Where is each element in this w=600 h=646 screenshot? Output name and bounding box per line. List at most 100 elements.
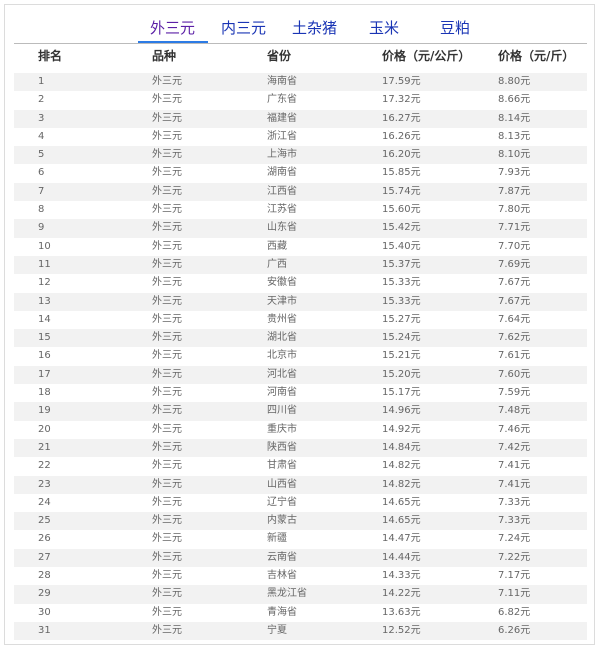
cell-rank: 3 (38, 112, 45, 124)
table-row: 31 外三元 宁夏 12.52元 6.26元 (14, 621, 587, 641)
cell-variety: 外三元 (152, 185, 182, 197)
cell-price-kg: 15.42元 (382, 222, 421, 234)
cell-province: 内蒙古 (267, 515, 297, 527)
cell-rank: 1 (38, 76, 45, 87)
cell-price-jin: 7.42元 (498, 441, 531, 453)
cell-price-jin: 7.62元 (498, 332, 531, 344)
tab-nei-san-yuan[interactable]: 内三元 (221, 18, 266, 38)
table-row: 23 外三元 山西省 14.82元 7.41元 (14, 475, 587, 494)
cell-price-jin: 7.33元 (498, 515, 531, 527)
cell-price-kg: 15.37元 (382, 258, 421, 270)
cell-price-kg: 17.32元 (382, 94, 421, 106)
cell-rank: 30 (38, 606, 51, 618)
cell-price-kg: 14.82元 (382, 460, 421, 472)
cell-price-kg: 14.96元 (382, 405, 421, 417)
tab-wai-san-yuan[interactable]: 外三元 (150, 18, 195, 38)
table-row: 20 外三元 重庆市 14.92元 7.46元 (14, 420, 587, 439)
table-row: 8 外三元 江苏省 15.60元 7.80元 (14, 201, 587, 220)
cell-price-jin: 7.64元 (498, 313, 531, 325)
cell-price-kg: 13.63元 (382, 606, 421, 618)
cell-province: 浙江省 (267, 130, 297, 142)
cell-rank: 9 (38, 222, 45, 234)
cell-province: 黑龙江省 (267, 588, 307, 600)
cell-rank: 26 (38, 533, 51, 545)
table-row: 1 外三元 海南省 17.59元 8.80元 (14, 73, 587, 92)
table-row: 30 外三元 青海省 13.63元 6.82元 (14, 603, 587, 622)
table-row: 4 外三元 浙江省 16.26元 8.13元 (14, 127, 587, 147)
cell-price-jin: 7.33元 (498, 496, 531, 508)
cell-price-kg: 16.20元 (382, 149, 421, 161)
header-province: 省份 (267, 49, 292, 63)
table-row: 9 外三元 山东省 15.42元 7.71元 (14, 219, 587, 238)
tab-yu-mi[interactable]: 玉米 (369, 18, 399, 38)
table-row: 26 外三元 新疆 14.47元 7.24元 (14, 530, 587, 549)
cell-variety: 外三元 (152, 606, 182, 618)
cell-province: 云南省 (267, 551, 297, 563)
cell-variety: 外三元 (152, 167, 182, 179)
cell-variety: 外三元 (152, 533, 182, 545)
cell-rank: 2 (38, 94, 45, 106)
cell-province: 辽宁省 (267, 496, 297, 508)
table-row: 19 外三元 四川省 14.96元 7.48元 (14, 402, 587, 421)
cell-price-kg: 14.82元 (382, 478, 421, 490)
table-row: 5 外三元 上海市 16.20元 8.10元 (14, 146, 587, 165)
cell-province: 广东省 (267, 94, 297, 106)
cell-price-kg: 14.92元 (382, 423, 421, 435)
cell-variety: 外三元 (152, 423, 182, 435)
cell-rank: 5 (38, 149, 45, 161)
cell-price-jin: 7.80元 (498, 204, 531, 216)
table-row: 10 外三元 西藏 15.40元 7.70元 (14, 237, 587, 256)
table-row: 28 外三元 吉林省 14.33元 7.17元 (14, 567, 587, 586)
cell-variety: 外三元 (152, 441, 182, 453)
cell-province: 湖南省 (267, 167, 297, 179)
cell-rank: 18 (38, 387, 51, 399)
cell-price-kg: 15.24元 (382, 332, 421, 344)
cell-price-kg: 14.65元 (382, 496, 421, 508)
cell-price-kg: 15.74元 (382, 185, 421, 197)
cell-price-jin: 7.70元 (498, 240, 531, 252)
cell-province: 重庆市 (267, 423, 297, 435)
tab-tu-za-zhu[interactable]: 土杂猪 (292, 18, 337, 38)
cell-rank: 14 (38, 313, 51, 325)
cell-variety: 外三元 (152, 76, 182, 87)
table-row: 11 外三元 广西 15.37元 7.69元 (14, 255, 587, 275)
cell-variety: 外三元 (152, 258, 182, 270)
cell-rank: 10 (38, 240, 51, 252)
cell-price-kg: 16.26元 (382, 130, 421, 142)
table-row: 14 外三元 贵州省 15.27元 7.64元 (14, 310, 587, 330)
table-row: 17 外三元 河北省 15.20元 7.60元 (14, 365, 587, 385)
cell-price-jin: 7.48元 (498, 405, 531, 417)
cell-price-jin: 7.67元 (498, 295, 531, 307)
cell-price-jin: 7.61元 (498, 350, 531, 362)
cell-variety: 外三元 (152, 94, 182, 106)
cell-rank: 21 (38, 441, 51, 453)
cell-variety: 外三元 (152, 387, 182, 399)
cell-price-kg: 14.44元 (382, 551, 421, 563)
cell-variety: 外三元 (152, 588, 182, 600)
cell-price-kg: 15.85元 (382, 167, 421, 179)
cell-variety: 外三元 (152, 570, 182, 582)
cell-rank: 23 (38, 478, 51, 490)
table-row: 25 外三元 内蒙古 14.65元 7.33元 (14, 512, 587, 531)
cell-variety: 外三元 (152, 313, 182, 325)
cell-price-kg: 15.21元 (382, 350, 421, 362)
cell-variety: 外三元 (152, 332, 182, 344)
table-row: 22 外三元 甘肃省 14.82元 7.41元 (14, 457, 587, 476)
cell-variety: 外三元 (152, 295, 182, 307)
cell-province: 广西 (267, 258, 287, 270)
cell-province: 河南省 (267, 387, 297, 399)
cell-variety: 外三元 (152, 350, 182, 362)
cell-price-kg: 15.27元 (382, 313, 421, 325)
cell-price-jin: 7.71元 (498, 222, 531, 234)
cell-price-jin: 7.87元 (498, 185, 531, 197)
table-row: 13 外三元 天津市 15.33元 7.67元 (14, 292, 587, 311)
cell-price-jin: 6.26元 (498, 624, 531, 636)
cell-rank: 27 (38, 551, 51, 563)
header-variety: 品种 (152, 49, 177, 63)
cell-price-kg: 14.84元 (382, 441, 421, 453)
cell-price-jin: 7.60元 (498, 368, 531, 380)
cell-rank: 22 (38, 460, 51, 472)
tab-dou-po[interactable]: 豆粕 (440, 18, 470, 38)
cell-price-jin: 8.80元 (498, 76, 531, 87)
cell-variety: 外三元 (152, 222, 182, 234)
